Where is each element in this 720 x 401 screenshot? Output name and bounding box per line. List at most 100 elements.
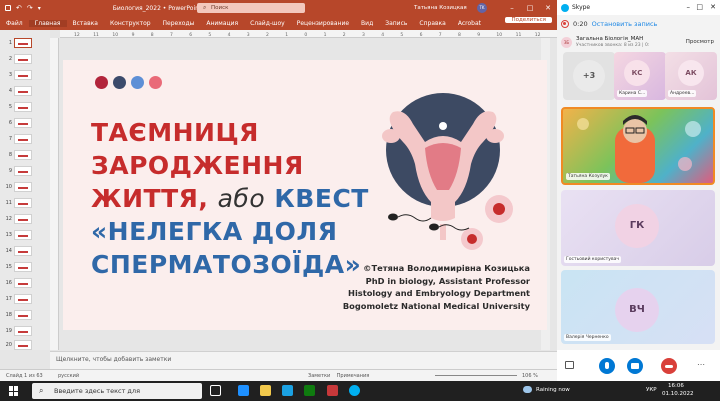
tab-animations[interactable]: Анимация: [200, 20, 244, 27]
clock-time[interactable]: 16:06: [668, 383, 684, 389]
skype-minimize-icon[interactable]: –: [687, 3, 691, 11]
tab-acrobat[interactable]: Acrobat: [452, 20, 487, 27]
thumbnail-item[interactable]: 16: [3, 276, 47, 289]
participant-tile[interactable]: АК Андреев...: [665, 52, 717, 100]
store-icon[interactable]: [304, 385, 315, 396]
tab-design[interactable]: Конструктор: [104, 20, 157, 27]
search-icon: ⌕: [203, 4, 207, 11]
thumbnail-item[interactable]: 17: [3, 292, 47, 305]
participant-video-active[interactable]: Татьяна Козулук: [561, 107, 715, 185]
task-view-icon[interactable]: [210, 385, 221, 396]
ruler-mark: 8: [458, 32, 461, 38]
dot-4: [149, 76, 162, 89]
participant-name: Валерія Черненко: [564, 334, 611, 341]
input-language[interactable]: УКР: [646, 387, 657, 393]
more-options-icon[interactable]: ⋯: [697, 360, 705, 369]
thumbnail-item[interactable]: 4: [3, 84, 47, 97]
skype-close-icon[interactable]: ✕: [710, 3, 716, 11]
weather-status[interactable]: Raining now: [536, 387, 570, 393]
tab-file[interactable]: Файл: [0, 20, 29, 27]
powerpoint-icon[interactable]: [327, 385, 338, 396]
thumbnail-item[interactable]: 14: [3, 244, 47, 257]
zoom-slider[interactable]: [435, 375, 517, 376]
recording-bar: 0:20 Остановить запись: [561, 17, 716, 31]
user-avatar[interactable]: TK: [477, 3, 487, 13]
participant-tile[interactable]: КС Карина С...: [614, 52, 666, 100]
maximize-icon[interactable]: □: [521, 0, 539, 16]
group-avatar: ЗБ: [561, 37, 572, 48]
tab-review[interactable]: Рецензирование: [291, 20, 355, 27]
minimize-icon[interactable]: –: [503, 0, 521, 16]
tab-transitions[interactable]: Переходы: [157, 20, 201, 27]
thumbnail-item[interactable]: 15: [3, 260, 47, 273]
participant-tile-more[interactable]: +3: [563, 52, 615, 100]
status-bar: Слайд 1 из 63 русский Заметки Примечания…: [0, 369, 557, 381]
app-icon[interactable]: [238, 385, 249, 396]
ribbon-tabs: Файл Главная Вставка Конструктор Переход…: [0, 16, 557, 30]
close-icon[interactable]: ✕: [539, 0, 557, 16]
tab-view[interactable]: Вид: [355, 20, 379, 27]
thumbnail-item[interactable]: 7: [3, 132, 47, 145]
tab-insert[interactable]: Вставка: [67, 20, 104, 27]
undo-icon[interactable]: ↶: [16, 4, 22, 12]
thumbnail-item[interactable]: 12: [3, 212, 47, 225]
tab-home[interactable]: Главная: [28, 19, 67, 27]
explorer-icon[interactable]: [260, 385, 271, 396]
thumbnail-item[interactable]: 20: [3, 338, 47, 351]
screen-share-icon[interactable]: [565, 361, 574, 369]
thumbnail-item[interactable]: 11: [3, 196, 47, 209]
save-icon[interactable]: [5, 5, 11, 11]
search-icon: ⌕: [39, 386, 44, 395]
ruler-mark: 11: [93, 32, 99, 38]
weather-icon: [523, 386, 532, 393]
tab-record[interactable]: Запись: [379, 20, 413, 27]
preview-button[interactable]: Просмотр: [686, 39, 714, 45]
start-icon[interactable]: [9, 386, 19, 396]
notes-button[interactable]: Заметки: [308, 373, 330, 379]
participant-video-frame: [577, 115, 701, 183]
skype-title-bar: Skype – □ ✕: [557, 0, 720, 15]
edge-icon[interactable]: [282, 385, 293, 396]
thumbnail-item[interactable]: 3: [3, 68, 47, 81]
group-name: Загальна Біологія_МАН: [576, 36, 644, 42]
ruler-mark: 10: [112, 32, 118, 38]
thumbnail-item[interactable]: 5: [3, 100, 47, 113]
ruler-mark: 12: [535, 32, 541, 38]
thumbnail-item[interactable]: 10: [3, 180, 47, 193]
document-name: Биология_2022 • PowerPoint: [112, 4, 202, 12]
taskbar-search-input[interactable]: Введите здесь текст для: [32, 383, 202, 399]
call-controls: ⋯: [557, 350, 720, 381]
title-line-5: СПЕРМАТОЗОЇДА»: [91, 250, 362, 279]
skype-icon[interactable]: [349, 385, 360, 396]
customize-icon[interactable]: ▾: [38, 5, 41, 12]
thumbnail-item[interactable]: 19: [3, 324, 47, 337]
language-indicator[interactable]: русский: [58, 373, 79, 379]
thumbnail-item[interactable]: 9: [3, 164, 47, 177]
stop-recording-button[interactable]: Остановить запись: [592, 20, 658, 28]
participant-tile[interactable]: ГК Гостьовий користувач: [561, 190, 715, 266]
thumbnail-item[interactable]: 1: [3, 36, 47, 49]
thumbnail-item[interactable]: 13: [3, 228, 47, 241]
thumbnail-item[interactable]: 6: [3, 116, 47, 129]
clock-date[interactable]: 01.10.2022: [662, 391, 694, 397]
quick-access-toolbar: ↶ ↷ ▾: [0, 4, 41, 12]
share-button[interactable]: Поделиться: [505, 17, 552, 23]
slide-canvas[interactable]: ТАЄМНИЦЯ ЗАРОДЖЕННЯ ЖИТТЯ, або КВЕСТ «НЕ…: [63, 60, 547, 330]
tab-slideshow[interactable]: Слайд-шоу: [244, 20, 291, 27]
skype-maximize-icon[interactable]: □: [696, 3, 703, 11]
ruler-mark: 11: [516, 32, 522, 38]
thumbnail-item[interactable]: 2: [3, 52, 47, 65]
redo-icon[interactable]: ↷: [27, 4, 33, 12]
thumbnail-item[interactable]: 18: [3, 308, 47, 321]
participant-tile[interactable]: ВЧ Валерія Черненко: [561, 270, 715, 344]
search-input[interactable]: Поиск: [197, 3, 305, 13]
tab-help[interactable]: Справка: [413, 20, 451, 27]
participant-avatar: ВЧ: [615, 288, 659, 332]
comments-button[interactable]: Примечания: [337, 373, 370, 379]
thumbnail-item[interactable]: 8: [3, 148, 47, 161]
notes-pane[interactable]: Щелкните, чтобы добавить заметки: [50, 351, 557, 369]
zoom-level[interactable]: 106 %: [522, 373, 538, 379]
user-name[interactable]: Татьяна Козицкая: [414, 0, 467, 16]
powerpoint-window: ↶ ↷ ▾ Биология_2022 • PowerPoint Поиск ⌕…: [0, 0, 557, 381]
ruler-mark: 10: [496, 32, 502, 38]
